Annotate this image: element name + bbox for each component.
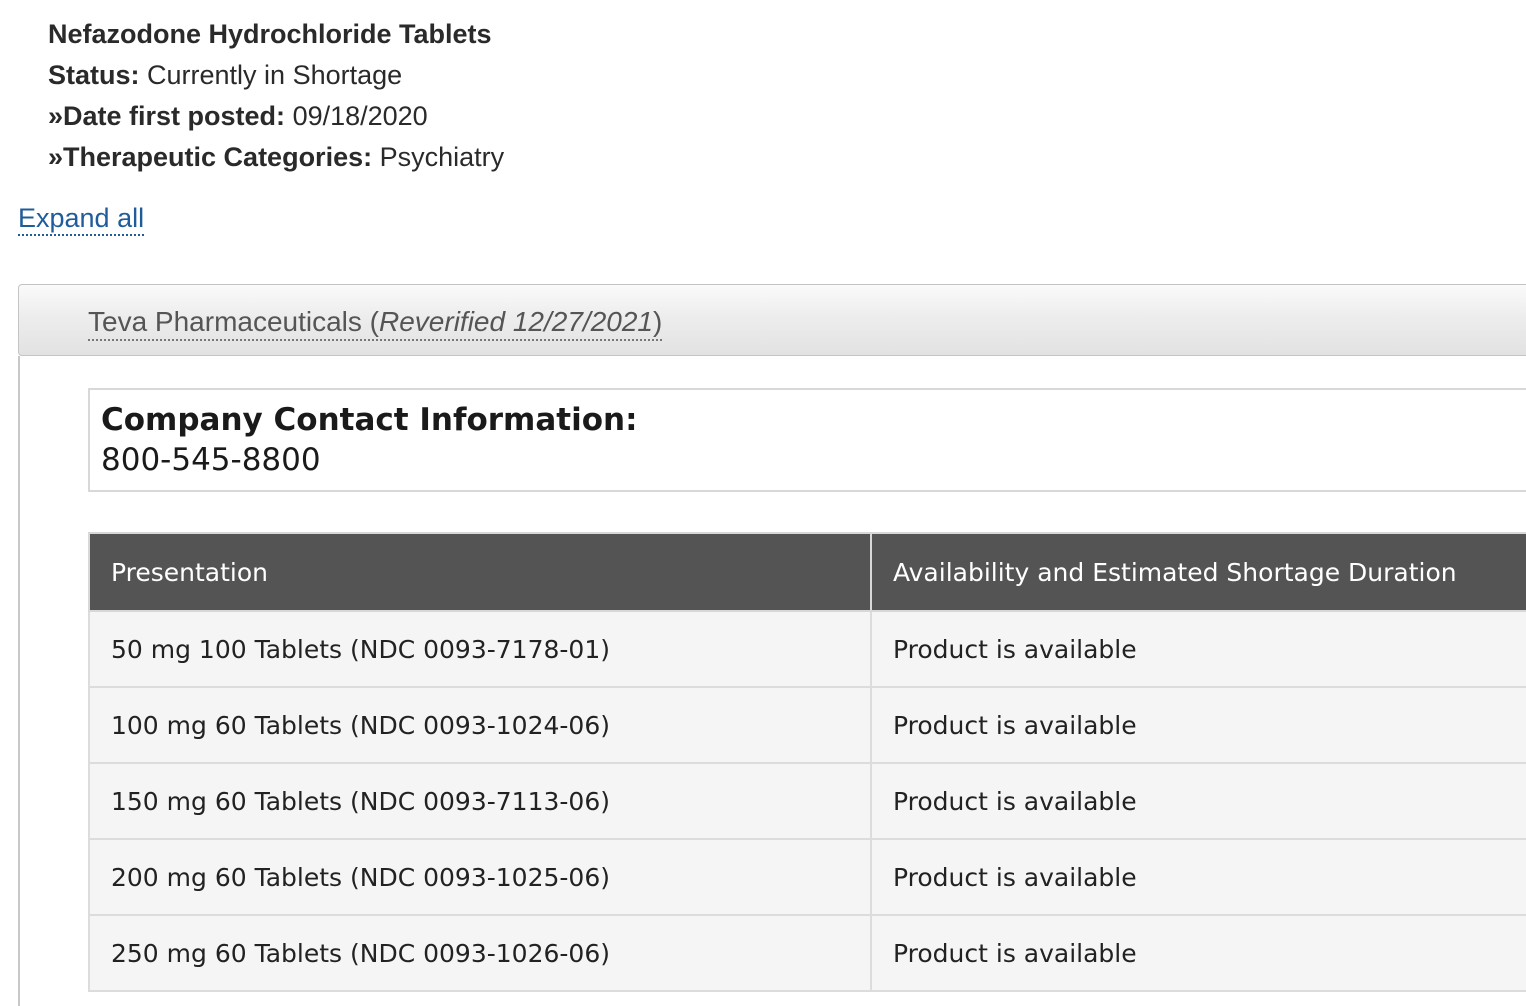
table-row: 250 mg 60 Tablets (NDC 0093-1026-06) Pro…: [88, 914, 1526, 992]
column-header-availability: Availability and Estimated Shortage Dura…: [870, 532, 1526, 612]
table-header-row: Presentation Availability and Estimated …: [88, 532, 1526, 612]
product-info: Nefazodone Hydrochloride Tablets Status:…: [48, 14, 504, 178]
status-line: Status: Currently in Shortage: [48, 55, 504, 96]
presentation-cell: 150 mg 60 Tablets (NDC 0093-7113-06): [88, 762, 872, 840]
date-posted-line: »Date first posted: 09/18/2020: [48, 96, 504, 137]
therapeutic-categories-label: »Therapeutic Categories:: [48, 142, 373, 172]
contact-phone-number: 800-545-8800: [101, 442, 321, 478]
close-paren: ): [653, 306, 663, 337]
availability-cell: Product is available: [870, 838, 1526, 916]
accordion-header-teva[interactable]: Teva Pharmaceuticals (Reverified 12/27/2…: [18, 284, 1526, 356]
company-name: Teva Pharmaceuticals: [88, 306, 362, 337]
therapeutic-categories-line: »Therapeutic Categories: Psychiatry: [48, 137, 504, 178]
table-row: 50 mg 100 Tablets (NDC 0093-7178-01) Pro…: [88, 610, 1526, 688]
product-title: Nefazodone Hydrochloride Tablets: [48, 19, 492, 49]
status-label: Status:: [48, 60, 140, 90]
table-row: 150 mg 60 Tablets (NDC 0093-7113-06) Pro…: [88, 762, 1526, 840]
presentation-cell: 200 mg 60 Tablets (NDC 0093-1025-06): [88, 838, 872, 916]
column-header-presentation: Presentation: [88, 532, 872, 612]
expand-all-link[interactable]: Expand all: [18, 202, 145, 236]
presentation-cell: 100 mg 60 Tablets (NDC 0093-1024-06): [88, 686, 872, 764]
availability-cell: Product is available: [870, 610, 1526, 688]
table-row: 100 mg 60 Tablets (NDC 0093-1024-06) Pro…: [88, 686, 1526, 764]
availability-cell: Product is available: [870, 686, 1526, 764]
contact-info-heading: Company Contact Information:: [101, 402, 638, 438]
presentation-cell: 50 mg 100 Tablets (NDC 0093-7178-01): [88, 610, 872, 688]
accordion-header-link[interactable]: Teva Pharmaceuticals (Reverified 12/27/2…: [88, 305, 663, 341]
date-posted-value: 09/18/2020: [292, 101, 428, 131]
reverified-date: Reverified 12/27/2021: [379, 306, 653, 337]
availability-cell: Product is available: [870, 914, 1526, 992]
date-posted-label: »Date first posted:: [48, 101, 286, 131]
presentation-cell: 250 mg 60 Tablets (NDC 0093-1026-06): [88, 914, 872, 992]
company-contact-box: Company Contact Information: 800-545-880…: [88, 388, 1526, 492]
status-value: Currently in Shortage: [147, 60, 403, 90]
therapeutic-categories-value: Psychiatry: [379, 142, 505, 172]
table-row: 200 mg 60 Tablets (NDC 0093-1025-06) Pro…: [88, 838, 1526, 916]
presentation-table: Presentation Availability and Estimated …: [88, 532, 1526, 992]
availability-cell: Product is available: [870, 762, 1526, 840]
open-paren: (: [361, 306, 380, 337]
